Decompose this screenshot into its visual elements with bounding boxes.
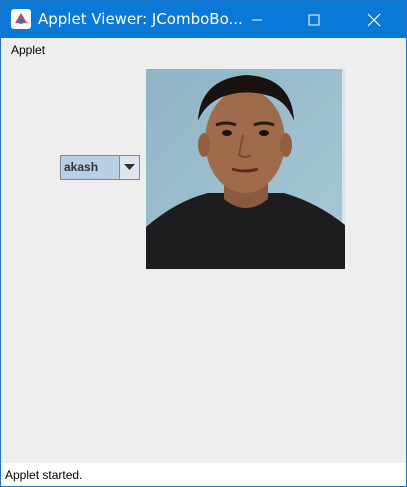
minimize-icon [252, 19, 262, 20]
minimize-button[interactable] [234, 1, 280, 38]
menu-bar: Applet [1, 38, 406, 62]
applet-viewer-window: Applet Viewer: JComboBo... Applet akash [0, 0, 407, 487]
close-icon [367, 13, 381, 26]
maximize-button[interactable] [291, 1, 337, 38]
chevron-down-icon [124, 164, 135, 170]
java-applet-icon [11, 9, 31, 29]
portrait-photo [146, 69, 345, 269]
menu-item-applet[interactable]: Applet [11, 43, 45, 57]
close-button[interactable] [351, 1, 397, 38]
combo-dropdown-button[interactable] [119, 156, 139, 179]
status-bar: Applet started. [1, 463, 406, 486]
combo-selected-value: akash [64, 160, 99, 174]
applet-content: akash [1, 62, 406, 463]
name-combo-box[interactable]: akash [60, 155, 140, 180]
title-bar[interactable]: Applet Viewer: JComboBo... [1, 1, 406, 38]
status-text: Applet started. [5, 468, 83, 482]
maximize-icon [308, 14, 320, 25]
window-title: Applet Viewer: JComboBo... [38, 10, 243, 28]
